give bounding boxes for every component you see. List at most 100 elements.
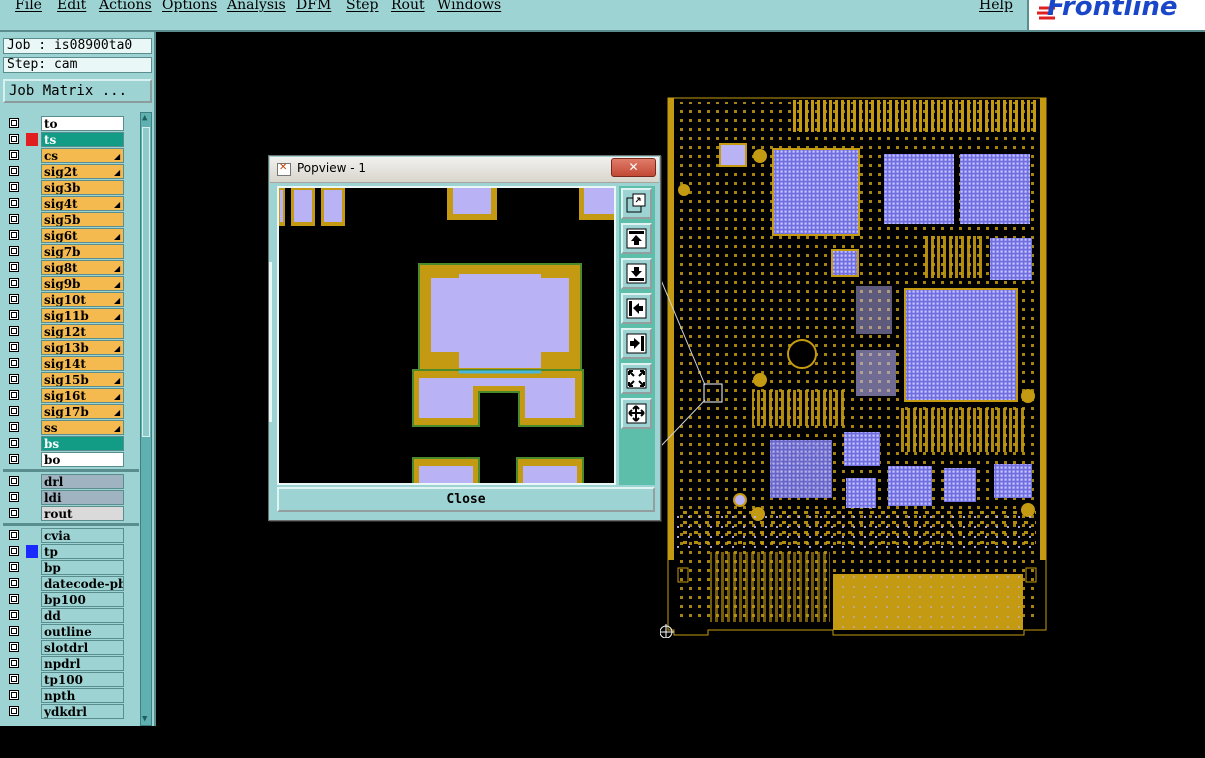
layer-row-cs[interactable]: cs ◢ — [3, 148, 139, 164]
layer-checkbox[interactable] — [9, 610, 19, 620]
layer-row-slotdrl[interactable]: slotdrl — [3, 640, 139, 656]
layer-name[interactable]: sig16t ◢ — [41, 388, 124, 403]
layer-name[interactable]: sig7b — [41, 244, 124, 259]
layer-name[interactable]: sig8t ◢ — [41, 260, 124, 275]
menu-file[interactable]: File — [15, 0, 42, 13]
resize-handle[interactable] — [269, 262, 272, 422]
window-close-button[interactable]: ✕ — [611, 158, 656, 177]
layer-checkbox[interactable] — [9, 278, 19, 288]
layer-name[interactable]: rout — [41, 506, 124, 521]
layer-name[interactable]: outline — [41, 624, 124, 639]
layer-row-npth[interactable]: npth — [3, 688, 139, 704]
layer-row-sig3b[interactable]: sig3b — [3, 180, 139, 196]
menu-analysis[interactable]: Analysis — [227, 0, 286, 13]
layer-name[interactable]: datecode-pbe — [41, 576, 124, 591]
layer-row-sig8t[interactable]: sig8t ◢ — [3, 260, 139, 276]
layer-name[interactable]: ss ◢ — [41, 420, 124, 435]
layer-checkbox[interactable] — [9, 374, 19, 384]
layer-checkbox[interactable] — [9, 658, 19, 668]
layer-row-sig14t[interactable]: sig14t — [3, 356, 139, 372]
layer-row-sig7b[interactable]: sig7b — [3, 244, 139, 260]
layer-checkbox[interactable] — [9, 706, 19, 716]
layer-name[interactable]: bp — [41, 560, 124, 575]
layer-row-ss[interactable]: ss ◢ — [3, 420, 139, 436]
layer-checkbox[interactable] — [9, 594, 19, 604]
layer-name[interactable]: ts — [41, 132, 124, 147]
layer-name[interactable]: sig3b — [41, 180, 124, 195]
layer-name[interactable]: to — [41, 116, 124, 131]
layer-row-sig10t[interactable]: sig10t ◢ — [3, 292, 139, 308]
layer-row-tp100[interactable]: tp100 — [3, 672, 139, 688]
layer-row-cvia[interactable]: cvia — [3, 528, 139, 544]
layer-checkbox[interactable] — [9, 530, 19, 540]
layer-checkbox[interactable] — [9, 422, 19, 432]
layer-checkbox[interactable] — [9, 246, 19, 256]
layer-row-to[interactable]: to — [3, 116, 139, 132]
layer-checkbox[interactable] — [9, 118, 19, 128]
layer-row-sig11b[interactable]: sig11b ◢ — [3, 308, 139, 324]
scroll-down-icon[interactable]: ▼ — [142, 715, 147, 724]
layer-row-outline[interactable]: outline — [3, 624, 139, 640]
layer-name[interactable]: sig14t — [41, 356, 124, 371]
zoom-home-button[interactable] — [621, 188, 652, 219]
layer-name[interactable]: ydkdrl — [41, 704, 124, 719]
pan-right-button[interactable] — [621, 328, 652, 359]
menu-windows[interactable]: Windows — [437, 0, 501, 13]
layer-name[interactable]: sig15b ◢ — [41, 372, 124, 387]
popview-close-button[interactable]: Close — [277, 487, 655, 512]
menu-actions[interactable]: Actions — [99, 0, 152, 13]
layer-checkbox[interactable] — [9, 642, 19, 652]
layer-checkbox[interactable] — [9, 342, 19, 352]
layer-checkbox[interactable] — [9, 294, 19, 304]
layer-checkbox[interactable] — [9, 358, 19, 368]
layer-row-sig6t[interactable]: sig6t ◢ — [3, 228, 139, 244]
popview-canvas[interactable] — [277, 186, 616, 485]
layer-checkbox[interactable] — [9, 198, 19, 208]
layer-name[interactable]: sig5b — [41, 212, 124, 227]
menu-step[interactable]: Step — [346, 0, 378, 13]
layer-name[interactable]: sig2t ◢ — [41, 164, 124, 179]
layer-checkbox[interactable] — [9, 150, 19, 160]
layer-row-sig12t[interactable]: sig12t — [3, 324, 139, 340]
menu-rout[interactable]: Rout — [391, 0, 425, 13]
layer-checkbox[interactable] — [9, 214, 19, 224]
layer-row-sig5b[interactable]: sig5b — [3, 212, 139, 228]
layer-name[interactable]: bp100 — [41, 592, 124, 607]
zoom-in-button[interactable] — [621, 398, 652, 429]
layer-checkbox[interactable] — [9, 492, 19, 502]
layer-checkbox[interactable] — [9, 406, 19, 416]
layer-name[interactable]: sig17b ◢ — [41, 404, 124, 419]
layer-name[interactable]: cs ◢ — [41, 148, 124, 163]
layer-name[interactable]: sig6t ◢ — [41, 228, 124, 243]
layer-name[interactable]: npth — [41, 688, 124, 703]
layer-row-sig4t[interactable]: sig4t ◢ — [3, 196, 139, 212]
layer-row-sig15b[interactable]: sig15b ◢ — [3, 372, 139, 388]
layer-checkbox[interactable] — [9, 230, 19, 240]
layer-row-rout[interactable]: rout — [3, 506, 139, 522]
layer-checkbox[interactable] — [9, 546, 19, 556]
layer-checkbox[interactable] — [9, 390, 19, 400]
layer-name[interactable]: sig4t ◢ — [41, 196, 124, 211]
layer-row-datecode-pbe[interactable]: datecode-pbe — [3, 576, 139, 592]
layer-row-dd[interactable]: dd — [3, 608, 139, 624]
layer-checkbox[interactable] — [9, 310, 19, 320]
pan-up-button[interactable] — [621, 223, 652, 254]
layer-checkbox[interactable] — [9, 690, 19, 700]
layer-name[interactable]: slotdrl — [41, 640, 124, 655]
menu-options[interactable]: Options — [162, 0, 217, 13]
layer-name[interactable]: dd — [41, 608, 124, 623]
layer-row-bs[interactable]: bs — [3, 436, 139, 452]
layer-name[interactable]: bo — [41, 452, 124, 467]
layer-name[interactable]: sig13b ◢ — [41, 340, 124, 355]
pcb-board-view[interactable] — [660, 90, 1052, 638]
layer-name[interactable]: tp — [41, 544, 124, 559]
layer-row-ts[interactable]: ts — [3, 132, 139, 148]
menu-edit[interactable]: Edit — [57, 0, 86, 13]
layer-name[interactable]: npdrl — [41, 656, 124, 671]
layer-checkbox[interactable] — [9, 438, 19, 448]
layer-row-sig16t[interactable]: sig16t ◢ — [3, 388, 139, 404]
layer-row-sig9b[interactable]: sig9b ◢ — [3, 276, 139, 292]
layer-checkbox[interactable] — [9, 626, 19, 636]
layer-row-ldi[interactable]: ldi — [3, 490, 139, 506]
job-matrix-button[interactable]: Job Matrix ... — [3, 79, 152, 103]
